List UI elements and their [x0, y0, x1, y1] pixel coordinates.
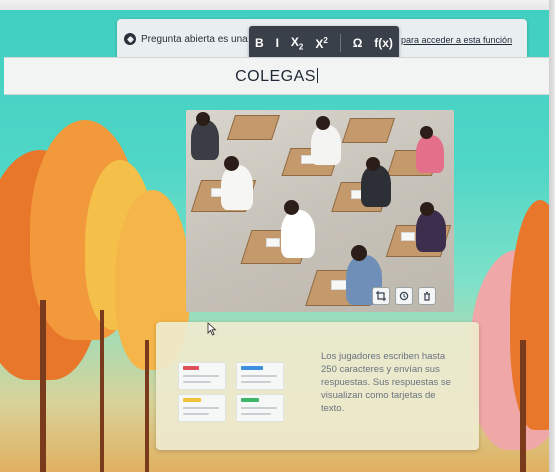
exam-paper [331, 280, 347, 290]
student [416, 135, 444, 173]
monitor-bezel [0, 0, 555, 10]
special-character-button[interactable]: Ω [353, 36, 363, 50]
student [416, 210, 446, 252]
screen: Pregunta abierta es una para acceder a e… [0, 0, 555, 472]
crop-icon [376, 291, 386, 301]
sample-line [183, 375, 219, 377]
student [191, 120, 219, 160]
sample-line [241, 407, 277, 409]
sample-line [183, 413, 209, 415]
sample-answer-card [236, 362, 284, 390]
student [221, 165, 253, 210]
question-title-wrap: COLEGAS [4, 68, 549, 86]
sample-line [241, 381, 271, 383]
student-head [420, 126, 433, 139]
answer-type-info-card: Los jugadores escriben hasta 250 caracte… [156, 322, 479, 450]
desk [341, 118, 396, 143]
sample-answer-card [236, 394, 284, 422]
image-actions [372, 287, 436, 305]
mouse-pointer-icon [207, 322, 217, 336]
subscript-mark: 2 [298, 42, 304, 52]
sample-tag [183, 366, 199, 370]
student-head [284, 200, 299, 215]
sample-tag [241, 366, 263, 370]
sample-tag [183, 398, 201, 402]
info-description: Los jugadores escriben hasta 250 caracte… [321, 351, 451, 414]
exam-paper [266, 238, 280, 247]
question-image[interactable] [186, 110, 454, 312]
bold-button[interactable]: B [255, 36, 264, 50]
student-head [196, 112, 210, 126]
subscript-button[interactable]: X2 [291, 35, 303, 51]
toolbar-divider [339, 34, 341, 52]
sample-line [241, 413, 271, 415]
sample-answer-card [178, 362, 226, 390]
desk [226, 115, 281, 140]
student-head [420, 202, 434, 216]
exam-paper [401, 232, 415, 241]
format-toolbar: B I X2 X2 Ω f(x) [249, 26, 399, 60]
student [281, 210, 315, 258]
delete-image-button[interactable] [418, 287, 436, 305]
crop-button[interactable] [372, 287, 390, 305]
notice-message: Pregunta abierta es una [124, 29, 248, 49]
student [311, 125, 341, 165]
tree-trunk [145, 340, 149, 472]
monitor-bezel [549, 0, 555, 472]
question-title-field[interactable]: COLEGAS [4, 57, 549, 95]
superscript-mark: 2 [323, 35, 328, 45]
tree-trunk [100, 310, 104, 472]
sample-answer-card [178, 394, 226, 422]
premium-icon [124, 33, 136, 45]
student-head [224, 156, 239, 171]
superscript-button[interactable]: X2 [315, 36, 327, 51]
student-head [316, 116, 330, 130]
student [361, 165, 391, 207]
replace-icon [399, 291, 409, 301]
subscript-label: X [290, 34, 299, 49]
delete-icon [424, 291, 430, 301]
formula-button[interactable]: f(x) [374, 36, 393, 50]
notice-text: Pregunta abierta es una [141, 33, 248, 45]
sample-line [183, 407, 219, 409]
student-head [351, 245, 367, 261]
sample-line [183, 381, 211, 383]
access-feature-link[interactable]: para acceder a esta función [401, 35, 512, 45]
sample-line [241, 375, 277, 377]
sample-tag [241, 398, 259, 402]
replace-image-button[interactable] [395, 287, 413, 305]
question-title: COLEGAS [235, 68, 316, 85]
text-caret [316, 68, 318, 83]
tree-trunk [40, 300, 46, 472]
tree-trunk [520, 340, 526, 472]
italic-button[interactable]: I [276, 36, 279, 50]
student-head [366, 157, 380, 171]
